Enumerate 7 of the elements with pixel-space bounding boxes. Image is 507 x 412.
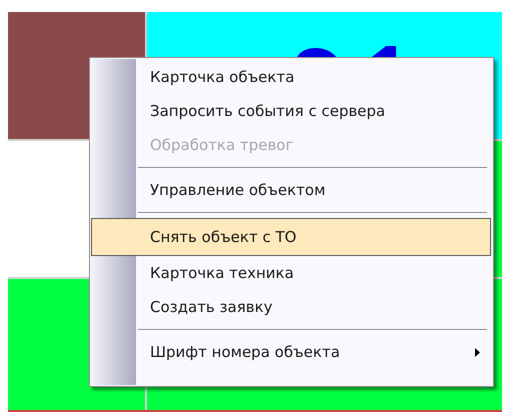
menu-item[interactable]: Карточка объекта [91,60,491,94]
menu-item[interactable]: Шрифт номера объекта [91,335,491,369]
menu-item[interactable]: Создать заявку [91,290,491,324]
menu-item[interactable]: Снять объект с ТО [91,218,491,256]
menu-item[interactable]: Управление объектом [91,173,491,207]
menu-item[interactable]: Карточка техника [91,256,491,290]
menu-item[interactable]: Запросить события с сервера [91,94,491,128]
